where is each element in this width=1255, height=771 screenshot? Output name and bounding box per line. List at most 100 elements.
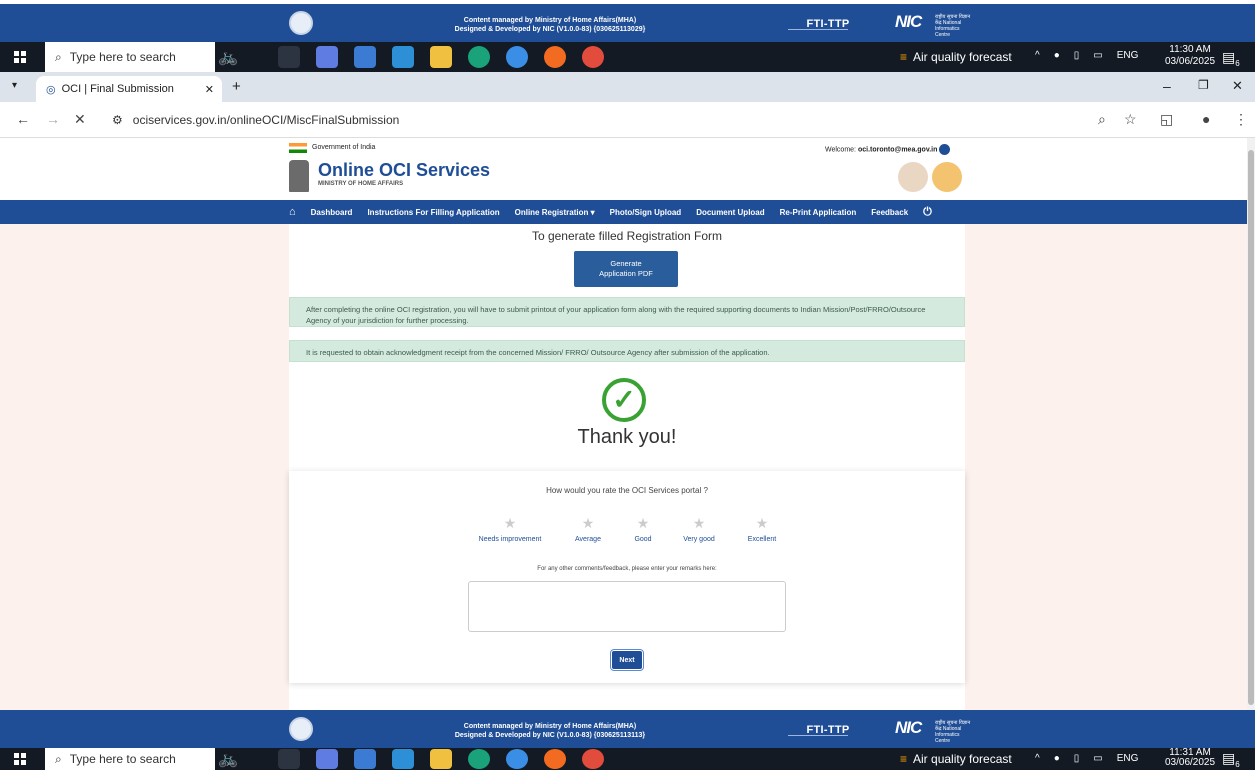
next-button[interactable]: Next [610,649,644,671]
bike-icon[interactable]: 🚲 [218,47,262,69]
nav-reprint-application[interactable]: Re-Print Application [780,208,857,217]
windows-start-icon[interactable] [14,753,26,765]
chevron-up-icon[interactable]: ^ [1035,753,1040,764]
star-icon[interactable]: ★ [756,515,769,532]
windows-start-icon[interactable] [14,51,26,63]
page-footer: Content managed by Ministry of Home Affa… [0,710,1255,748]
notification-icon[interactable]: ▤6 [1222,49,1240,68]
fti-logo: FTI-TTP [788,724,868,740]
rating-average[interactable]: ★ Average [568,515,608,543]
minimize-icon[interactable]: – [1163,78,1171,94]
site-title[interactable]: Online OCI Services [318,160,490,181]
browser-tab[interactable]: ◎ OCI | Final Submission ✕ [36,76,222,102]
firefox-icon[interactable] [544,749,566,769]
rating-needs-improvement[interactable]: ★ Needs improvement [467,515,553,543]
profile-avatar-icon[interactable]: ● [1202,111,1210,127]
battery-icon[interactable]: ▯ [1074,753,1080,764]
copilot-icon[interactable] [316,749,338,769]
firefox-icon[interactable] [544,46,566,68]
taskbar-apps [278,749,604,769]
taskbar-top: ⌕ Type here to search 🚲 ≡ Air quality fore… [0,42,1255,72]
user-profile-icon[interactable] [939,144,951,155]
page-scrollbar[interactable] [1247,138,1255,710]
power-logout-icon[interactable]: ⏻ [923,206,932,219]
star-icon[interactable]: ★ [504,515,517,532]
weather-widget[interactable]: ≡ Air quality forecast [900,752,1012,766]
notification-icon[interactable]: ▤6 [1222,750,1240,769]
forward-icon[interactable]: → [46,111,60,127]
nav-feedback[interactable]: Feedback [871,208,908,217]
language-indicator[interactable]: ENG [1117,753,1139,764]
footer-line1: Content managed by Ministry of Home Affa… [463,17,637,24]
taskbar-search[interactable]: ⌕ Type here to search [45,748,215,770]
taskbar-apps [278,46,604,68]
folder-icon[interactable] [430,46,452,68]
taskview-icon[interactable] [278,749,300,769]
copilot-icon[interactable] [316,46,338,68]
app-icon[interactable] [354,749,376,769]
site-header: Government of India Welcome: oci.toronto… [0,138,1255,200]
notes-icon[interactable] [392,749,414,769]
chrome-icon[interactable] [582,46,604,68]
nav-instructions[interactable]: Instructions For Filling Application [367,208,499,217]
nav-dashboard[interactable]: Dashboard [311,208,353,217]
taskbar-search[interactable]: ⌕ Type here to search [45,42,215,72]
app-icon[interactable] [354,46,376,68]
minister-photo-1 [898,162,928,192]
language-indicator[interactable]: ENG [1117,50,1139,61]
url-field[interactable]: ⚙ ociservices.gov.in/onlineOCI/MiscFinal… [100,107,1180,133]
star-icon[interactable]: ★ [582,515,595,532]
site-info-icon[interactable]: ⚙ [112,113,123,127]
browser-tabbar: ▾ ◎ OCI | Final Submission ✕ + – ❐ ✕ [0,72,1255,102]
close-window-icon[interactable]: ✕ [1232,78,1243,94]
menu-dots-icon[interactable]: ⋮ [1234,111,1248,128]
notes-icon[interactable] [392,46,414,68]
ie-icon[interactable] [506,749,528,769]
clock[interactable]: 11:30 AM 03/06/2025 [1165,44,1215,68]
tab-list-chevron-icon[interactable]: ▾ [12,80,17,91]
weather-widget[interactable]: ≡ Air quality forecast [900,50,1012,64]
zoom-icon[interactable]: ⌕ [1098,111,1106,128]
fti-logo: FTI-TTP [788,18,868,34]
bike-icon[interactable]: 🚲 [218,749,262,771]
ie-icon[interactable] [506,46,528,68]
stop-icon[interactable]: ✕ [74,111,86,128]
close-tab-icon[interactable]: ✕ [205,83,222,96]
chevron-up-icon[interactable]: ^ [1035,50,1040,61]
edge-icon[interactable] [468,46,490,68]
back-icon[interactable]: ← [16,111,30,127]
folder-icon[interactable] [430,749,452,769]
check-circle-icon: ✓ [602,378,646,422]
browser-addressbar: ← → ✕ ⚙ ociservices.gov.in/onlineOCI/Mis… [0,102,1255,138]
emblem-icon [289,160,309,192]
display-icon[interactable]: ▭ [1093,50,1102,61]
generate-pdf-button[interactable]: Generate Application PDF [574,251,678,287]
star-icon[interactable]: ★ [693,515,706,532]
taskview-icon[interactable] [278,46,300,68]
extensions-icon[interactable]: ◱ [1160,111,1173,128]
comments-textarea[interactable] [468,581,786,632]
display-icon[interactable]: ▭ [1093,753,1102,764]
rating-very-good[interactable]: ★ Very good [677,515,721,543]
clock[interactable]: 11:31 AM 03/06/2025 [1165,748,1215,768]
restore-icon[interactable]: ❐ [1198,78,1209,92]
network-icon[interactable]: ● [1054,753,1060,764]
battery-icon[interactable]: ▯ [1074,50,1080,61]
star-icon[interactable]: ★ [637,515,650,532]
nav-document-upload[interactable]: Document Upload [696,208,764,217]
rating-good[interactable]: ★ Good [623,515,663,543]
footer-line2: Designed & Developed by NIC (V1.0.0-83) … [454,26,646,33]
bookmark-star-icon[interactable]: ☆ [1124,111,1137,128]
main-nav: ⌂ Dashboard Instructions For Filling App… [0,200,1255,224]
chrome-icon[interactable] [582,749,604,769]
home-icon[interactable]: ⌂ [289,206,296,218]
weather-icon: ≡ [900,752,908,766]
nav-online-registration[interactable]: Online Registration ▾ [515,208,595,217]
rating-card: How would you rate the OCI Services port… [289,471,965,683]
edge-icon[interactable] [468,749,490,769]
rating-excellent[interactable]: ★ Excellent [739,515,785,543]
nav-photo-sign-upload[interactable]: Photo/Sign Upload [610,208,682,217]
comments-label: For any other comments/feedback, please … [537,566,717,572]
network-icon[interactable]: ● [1054,50,1060,61]
new-tab-icon[interactable]: + [232,78,241,95]
